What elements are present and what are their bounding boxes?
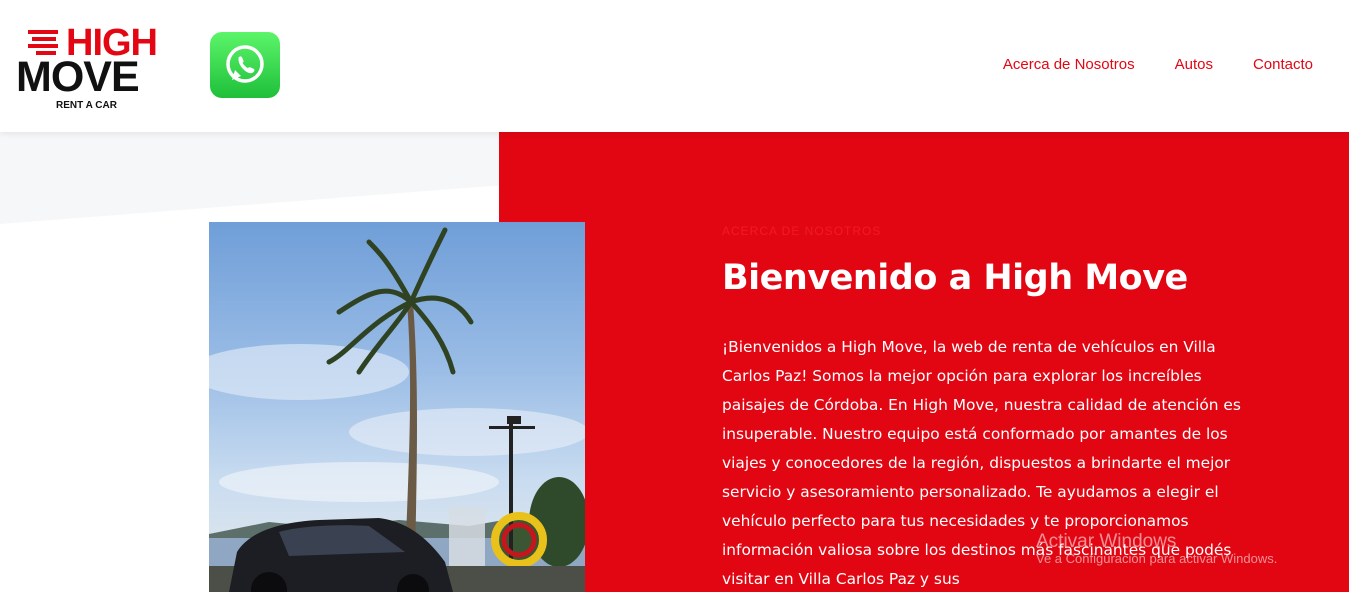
hero-title: Bienvenido a High Move [722, 258, 1188, 298]
site-header: HIGH MOVE RENT A CAR Acerca de Nosotros … [0, 0, 1349, 132]
watermark-line-2: Ve a Configuración para activar Windows. [1036, 551, 1278, 566]
logo-subtitle: RENT A CAR [56, 100, 117, 111]
watermark-line-1: Activar Windows [1036, 531, 1177, 552]
main-nav: Acerca de Nosotros Autos Contacto [1003, 56, 1313, 73]
decorative-grey-band [0, 132, 499, 224]
nav-contact[interactable]: Contacto [1253, 56, 1313, 73]
os-activation-watermark: Activar Windows Ve a Configuración para … [1036, 531, 1277, 566]
nav-cars[interactable]: Autos [1175, 56, 1213, 73]
nav-about[interactable]: Acerca de Nosotros [1003, 56, 1135, 73]
whatsapp-icon [226, 45, 264, 83]
high-move-logo[interactable]: HIGH MOVE RENT A CAR [14, 24, 170, 116]
whatsapp-button[interactable] [210, 32, 280, 98]
hero-eyebrow: ACERCA DE NOSOTROS [722, 224, 882, 238]
hero-photo-illustration [209, 227, 585, 592]
hero-photo-car-palm [209, 222, 585, 592]
logo-move-text: MOVE [16, 53, 140, 101]
